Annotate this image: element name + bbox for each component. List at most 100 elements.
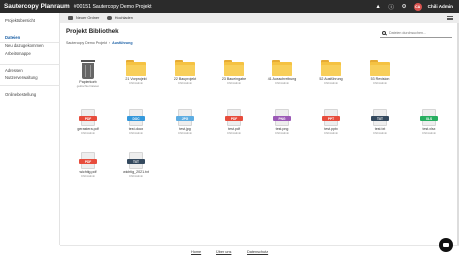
- file-tile[interactable]: TXT test.txt Chili Admin: [359, 109, 401, 135]
- folder-icon: [126, 60, 146, 76]
- item-owner: Chili Admin: [129, 174, 143, 178]
- jpg-file-icon: JPG: [176, 109, 194, 126]
- hamburger-menu-icon[interactable]: [447, 16, 453, 20]
- file-tile[interactable]: PDF gerastera.pdf Chili Admin: [67, 109, 109, 135]
- upload-label: Hochladen: [114, 16, 133, 20]
- footer-link-datenschutz[interactable]: Datenschutz: [247, 250, 268, 254]
- folder-tile[interactable]: 23 Baueingabe Chili Admin: [213, 60, 255, 85]
- item-owner: Chili Admin: [422, 131, 436, 135]
- file-tile[interactable]: JPG test.jpg Chili Admin: [164, 109, 206, 135]
- file-type-badge: JPG: [176, 116, 194, 121]
- avatar[interactable]: CA: [413, 2, 422, 11]
- item-owner: Chili Admin: [227, 131, 241, 135]
- sidebar-item-onlinebestellung[interactable]: Onlinebestellung: [5, 92, 36, 97]
- item-owner: gelöschte Dateien: [76, 84, 100, 88]
- file-tile[interactable]: PDF test.pdf Chili Admin: [213, 109, 255, 135]
- chat-button[interactable]: [439, 238, 453, 252]
- search-input[interactable]: [389, 30, 449, 35]
- folder-tile[interactable]: 53 Revision Chili Admin: [359, 60, 401, 85]
- file-tile[interactable]: PNG test.png Chili Admin: [261, 109, 303, 135]
- folder-tile[interactable]: 22 Bauprojekt Chili Admin: [164, 60, 206, 85]
- project-title: #00151 Sautercopy Demo Projekt: [73, 3, 152, 10]
- xls-file-icon: XLS: [420, 109, 438, 126]
- file-tile[interactable]: PDF wichtig.pdf Chili Admin: [67, 152, 109, 178]
- item-owner: Chili Admin: [81, 174, 95, 178]
- ppt-file-icon: PPT: [322, 109, 340, 126]
- folder-icon: [224, 60, 244, 76]
- item-owner: Chili Admin: [178, 131, 192, 135]
- search-box[interactable]: [380, 28, 452, 38]
- user-name[interactable]: Chili Admin: [428, 4, 453, 9]
- file-tile[interactable]: XLS test.xlsx Chili Admin: [408, 109, 450, 135]
- header-actions: ▲ ⓘ ⚙ CA Chili Admin: [375, 0, 453, 13]
- file-type-badge: PPT: [322, 116, 340, 121]
- top-navigation-bar: Sautercopy Planraum #00151 Sautercopy De…: [0, 0, 459, 13]
- file-tile[interactable]: PPT test.pptx Chili Admin: [310, 109, 352, 135]
- pdf-file-icon: PDF: [79, 109, 97, 126]
- pdf-file-icon: PDF: [79, 152, 97, 169]
- search-icon: [382, 30, 386, 35]
- folder-tile[interactable]: 41 Ausschreibung Chili Admin: [261, 60, 303, 85]
- item-owner: Chili Admin: [275, 131, 289, 135]
- trash-icon: [80, 60, 96, 79]
- breadcrumb-item-project[interactable]: Sautercopy Demo Projekt: [66, 41, 107, 45]
- file-type-badge: PDF: [79, 159, 97, 164]
- gear-icon[interactable]: ⚙: [401, 3, 408, 10]
- file-type-badge: PDF: [225, 116, 243, 121]
- new-folder-label: Neuer Ordner: [76, 16, 100, 20]
- png-file-icon: PNG: [273, 109, 291, 126]
- footer-link-ueber-uns[interactable]: Über uns: [216, 250, 231, 254]
- file-type-badge: PNG: [273, 116, 291, 121]
- file-tile[interactable]: TXT wichtig_2021.txt Chili Admin: [115, 152, 157, 178]
- doc-file-icon: DOC: [127, 109, 145, 126]
- breadcrumb-item-current[interactable]: Ausführung: [112, 41, 132, 45]
- trash-tile[interactable]: Papierkorb gelöschte Dateien: [67, 60, 109, 88]
- file-type-badge: TXT: [127, 159, 145, 164]
- new-folder-button[interactable]: Neuer Ordner: [68, 16, 99, 20]
- file-type-badge: TXT: [371, 116, 389, 121]
- breadcrumb: Sautercopy Demo Projekt › Ausführung: [66, 41, 133, 45]
- folder-icon: [370, 60, 390, 76]
- folder-plus-icon: [68, 16, 73, 20]
- file-type-badge: DOC: [127, 116, 145, 121]
- folder-tile[interactable]: 21 Vorprojekt Chili Admin: [115, 60, 157, 85]
- item-owner: Chili Admin: [373, 81, 387, 85]
- breadcrumb-separator: ›: [107, 41, 112, 45]
- app-brand[interactable]: Sautercopy Planraum: [0, 3, 70, 10]
- file-type-badge: PDF: [79, 116, 97, 121]
- info-icon[interactable]: ⓘ: [388, 3, 395, 11]
- item-owner: Chili Admin: [324, 131, 338, 135]
- item-owner: Chili Admin: [81, 131, 95, 135]
- sidebar-divider: [0, 64, 60, 65]
- item-owner: Chili Admin: [178, 81, 192, 85]
- folder-tile[interactable]: 52 Ausführung Chili Admin: [310, 60, 352, 85]
- file-type-badge: XLS: [420, 116, 438, 121]
- file-toolbar: Neuer Ordner Hochladen: [60, 13, 459, 23]
- folder-icon: [272, 60, 292, 76]
- pdf-file-icon: PDF: [225, 109, 243, 126]
- footer: Home Über uns Datenschutz: [60, 245, 459, 258]
- sidebar-item-nutzerverwaltung[interactable]: Nutzerverwaltung: [5, 75, 38, 80]
- txt-file-icon: TXT: [127, 152, 145, 169]
- item-owner: Chili Admin: [129, 81, 143, 85]
- sidebar-item-arbeitsmappe[interactable]: Arbeitsmappe: [5, 51, 31, 56]
- folder-icon: [175, 60, 195, 76]
- item-owner: Chili Admin: [275, 81, 289, 85]
- sidebar-item-dateien[interactable]: Dateien: [5, 35, 20, 40]
- sidebar-item-neu-dazugekommen[interactable]: Neu dazugekommen: [5, 43, 44, 48]
- upload-button[interactable]: Hochladen: [107, 15, 133, 21]
- sidebar-divider: [0, 85, 60, 86]
- item-owner: Chili Admin: [324, 81, 338, 85]
- folder-icon: [321, 60, 341, 76]
- item-owner: Chili Admin: [129, 131, 143, 135]
- txt-file-icon: TXT: [371, 109, 389, 126]
- sidebar: Projektübersicht Dateien Neu dazugekomme…: [0, 13, 60, 245]
- footer-link-home[interactable]: Home: [191, 250, 201, 254]
- sidebar-item-projektuebersicht[interactable]: Projektübersicht: [5, 18, 35, 23]
- bell-icon[interactable]: ▲: [375, 3, 382, 10]
- item-owner: Chili Admin: [373, 131, 387, 135]
- file-tile[interactable]: DOC test.docx Chili Admin: [115, 109, 157, 135]
- sidebar-item-adressen[interactable]: Adressen: [5, 68, 23, 73]
- page-title: Projekt Bibliothek: [66, 28, 119, 35]
- upload-icon: [107, 15, 112, 21]
